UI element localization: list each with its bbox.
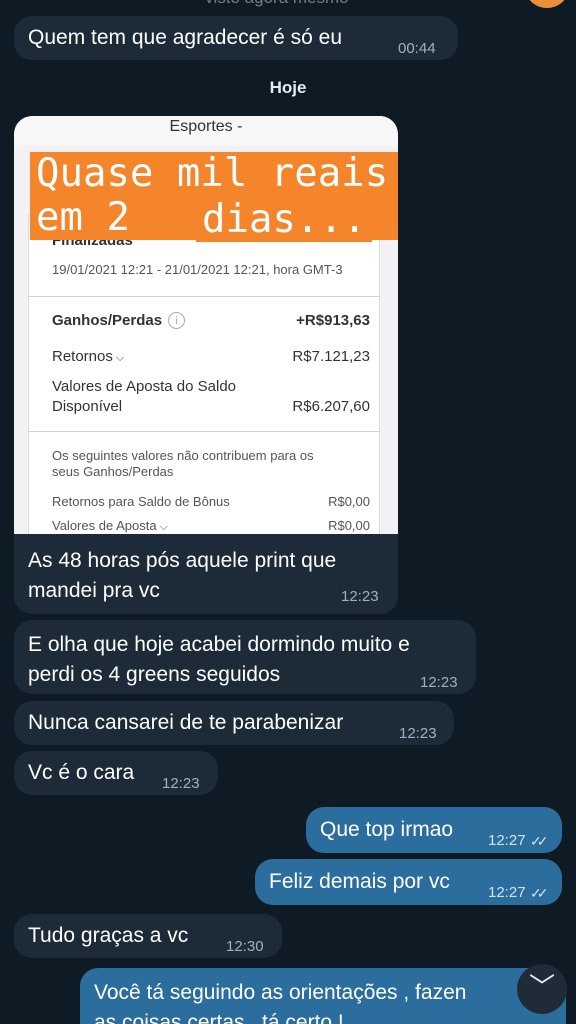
last-seen-status: visto agora mesmo (205, 0, 349, 8)
read-receipt-icon: ✓✓ (530, 833, 549, 849)
message-text: Tudo graças a vc (28, 924, 189, 947)
message-text-line: as coisas certas , tá certo ! (94, 1011, 344, 1024)
message-bubble-incoming[interactable]: Tudo graças a vc 12:30 (14, 914, 282, 958)
message-text-line: perdi os 4 greens seguidos (28, 663, 281, 686)
message-bubble-outgoing[interactable]: Você tá seguindo as orientações , fazen … (80, 968, 566, 1024)
note-line1: Os seguintes valores não contribuem para… (52, 448, 314, 463)
info-icon: i (168, 312, 186, 329)
stakes-label-line2: Disponível (52, 398, 123, 415)
message-text-line: Você tá seguindo as orientações , fazen (94, 981, 467, 1004)
message-time: 00:44 (398, 40, 436, 57)
divider (28, 296, 380, 297)
stakes-label-line1: Valores de Aposta do Saldo (52, 378, 237, 395)
photo-message[interactable]: Esportes - Finalizadas 19/01/2021 12:21 … (14, 116, 398, 614)
period-text: 19/01/2021 12:21 - 21/01/2021 12:21, hor… (52, 262, 343, 277)
overlay-caption-line2: dias... (196, 198, 373, 242)
message-text: Quem tem que agradecer é só eu (28, 26, 343, 49)
returns-label: Retornos ⌵ (52, 348, 125, 365)
bonus-label: Retornos para Saldo de Bônus (52, 494, 230, 509)
screenshot-title: Esportes - (169, 118, 243, 135)
message-bubble-outgoing[interactable]: Que top irmao 12:27 ✓✓ (306, 807, 562, 853)
message-text: Que top irmao (320, 818, 454, 841)
caption-line: As 48 horas pós aquele print que (28, 549, 337, 572)
message-bubble-incoming[interactable]: E olha que hoje acabei dormindo muito e … (14, 620, 476, 694)
note-line2: seus Ganhos/Perdas (52, 464, 174, 479)
message-text-line: E olha que hoje acabei dormindo muito e (28, 633, 410, 656)
gains-value: +R$913,63 (296, 312, 370, 329)
chevron-down-icon: ⌵ (159, 521, 168, 533)
chevron-down-icon: ﹀ (528, 972, 555, 1002)
bonus-value: R$0,00 (328, 494, 370, 509)
message-time: 12:27 (488, 832, 526, 849)
message-text: Nunca cansarei de te parabenizar (28, 711, 344, 734)
message-text: Vc é o cara (28, 761, 135, 784)
bet-values-value: R$0,00 (328, 518, 370, 533)
message-time: 12:30 (226, 938, 264, 955)
gains-label: Ganhos/Perdas i (52, 312, 186, 329)
message-bubble-incoming[interactable]: Nunca cansarei de te parabenizar 12:23 (14, 701, 454, 745)
chevron-down-icon: ⌵ (115, 352, 125, 364)
photo-caption: As 48 horas pós aquele print que mandei … (28, 546, 336, 606)
returns-value: R$7.121,23 (292, 348, 370, 365)
chat-header: visto agora mesmo (0, 0, 576, 10)
stakes-value: R$6.207,60 (292, 398, 370, 415)
bet-values-label: Valores de Aposta ⌵ (52, 518, 168, 533)
divider (28, 431, 380, 432)
message-time: 12:23 (399, 725, 437, 742)
read-receipt-icon: ✓✓ (530, 885, 549, 901)
contact-avatar[interactable] (524, 0, 570, 8)
scroll-to-bottom-button[interactable]: ﹀ (517, 964, 567, 1014)
message-time: 12:27 (488, 884, 526, 901)
caption-line: mandei pra vc (28, 579, 160, 602)
message-bubble-incoming[interactable]: Vc é o cara 12:23 (14, 751, 218, 795)
message-time: 12:23 (162, 775, 200, 792)
message-text: Feliz demais por vc (269, 870, 450, 893)
date-separator: Hoje (269, 78, 307, 97)
message-bubble-outgoing[interactable]: Feliz demais por vc 12:27 ✓✓ (255, 859, 562, 905)
betting-screenshot-image[interactable]: Esportes - Finalizadas 19/01/2021 12:21 … (14, 116, 398, 534)
message-time: 12:23 (341, 588, 379, 605)
message-bubble-incoming[interactable]: Quem tem que agradecer é só eu 00:44 (14, 16, 458, 60)
message-time: 12:23 (420, 674, 458, 691)
